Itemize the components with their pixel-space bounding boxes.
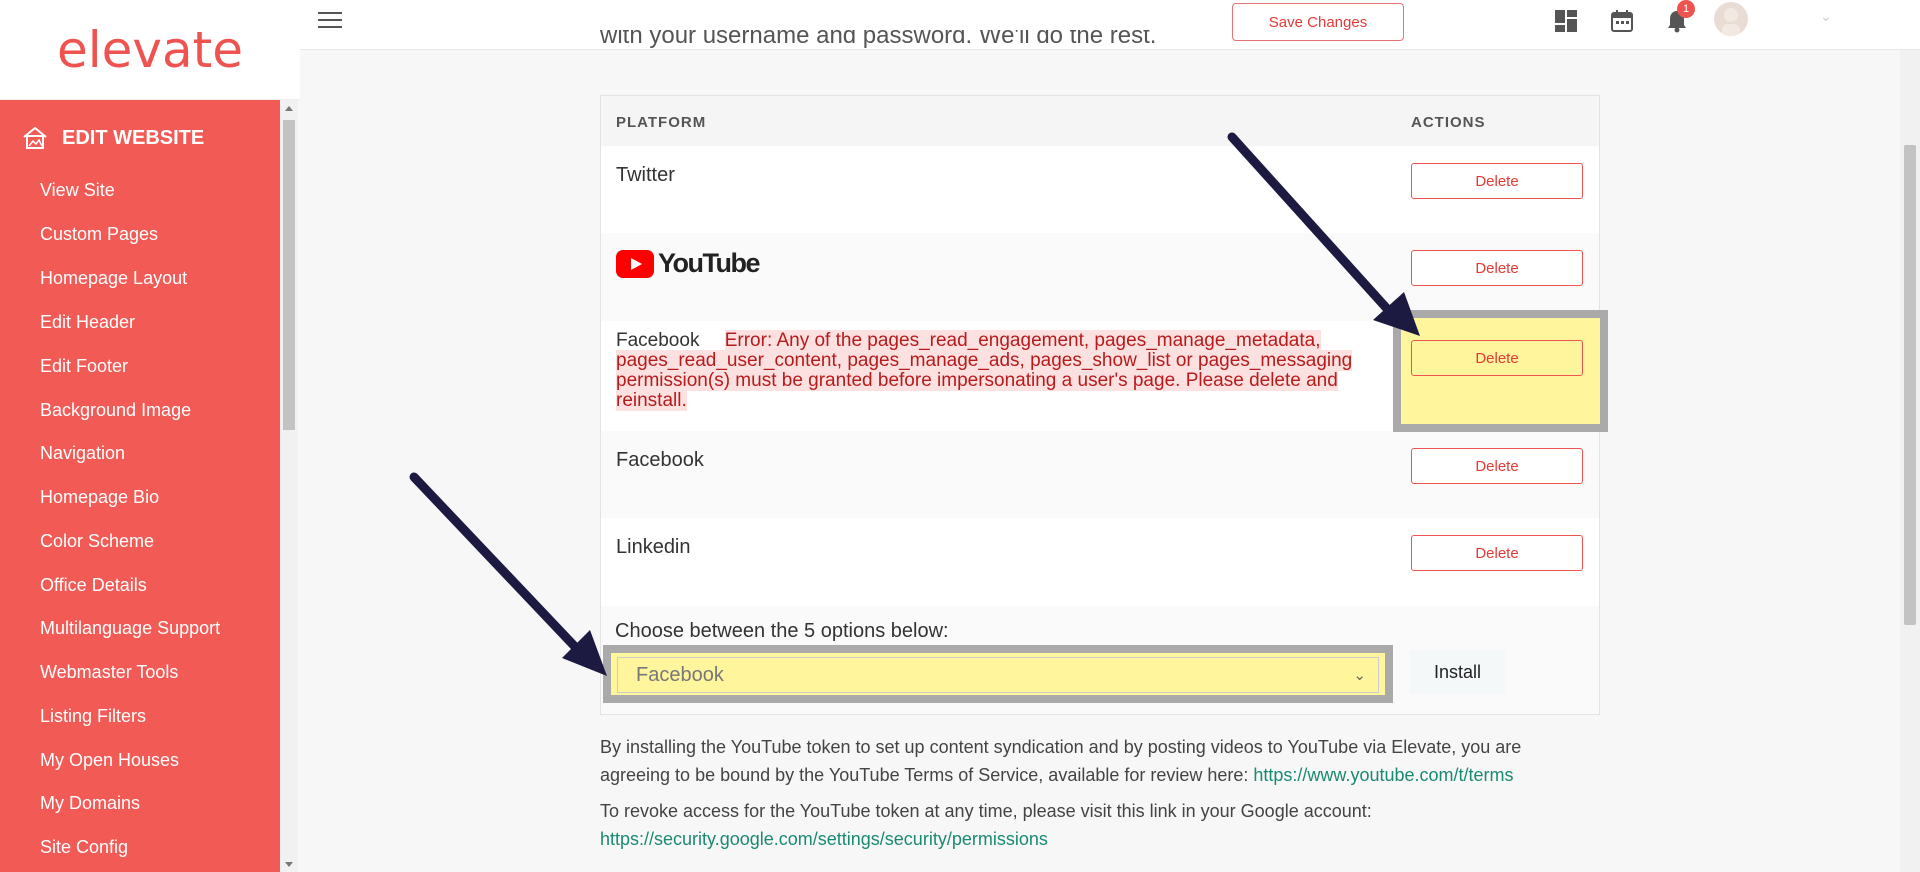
dashboard-icon[interactable] bbox=[1554, 9, 1578, 33]
sidebar: EDIT WEBSITE View Site Custom Pages Home… bbox=[0, 100, 280, 872]
sidebar-item-edit-footer[interactable]: Edit Footer bbox=[40, 356, 128, 377]
actions-column-header: ACTIONS bbox=[1411, 114, 1486, 131]
platform-name: Facebook bbox=[616, 449, 704, 471]
youtube-wordmark: YouTube bbox=[658, 248, 760, 278]
sidebar-item-multilanguage-support[interactable]: Multilanguage Support bbox=[40, 618, 220, 639]
main-scrollbar[interactable] bbox=[1900, 50, 1920, 872]
table-row: Twitter Delete bbox=[601, 146, 1599, 233]
arrow-to-select bbox=[409, 472, 607, 676]
youtube-revoke-text: To revoke access for the YouTube token a… bbox=[600, 797, 1372, 853]
logo-area[interactable]: elevate bbox=[0, 0, 300, 100]
brand-logo: elevate bbox=[56, 20, 243, 79]
calendar-icon[interactable] bbox=[1610, 9, 1634, 33]
sidebar-item-edit-header[interactable]: Edit Header bbox=[40, 312, 135, 333]
sidebar-item-homepage-layout[interactable]: Homepage Layout bbox=[40, 268, 187, 289]
sidebar-item-listing-filters[interactable]: Listing Filters bbox=[40, 706, 146, 727]
youtube-logo: YouTube bbox=[616, 248, 760, 279]
sidebar-item-background-image[interactable]: Background Image bbox=[40, 400, 191, 421]
sidebar-scrollbar-thumb[interactable] bbox=[283, 120, 295, 430]
sidebar-item-office-details[interactable]: Office Details bbox=[40, 575, 147, 596]
sidebar-item-custom-pages[interactable]: Custom Pages bbox=[40, 224, 158, 245]
main-scrollbar-thumb[interactable] bbox=[1904, 145, 1916, 625]
chevron-down-icon[interactable]: ⌄ bbox=[1820, 8, 1832, 25]
delete-facebook-button[interactable]: Delete bbox=[1411, 448, 1583, 484]
sidebar-item-my-open-houses[interactable]: My Open Houses bbox=[40, 750, 179, 771]
table-header: PLATFORM ACTIONS bbox=[601, 96, 1599, 146]
platform-name: Facebook bbox=[616, 330, 700, 351]
youtube-terms-text: By installing the YouTube token to set u… bbox=[600, 737, 1522, 785]
delete-facebook-error-button[interactable]: Delete bbox=[1411, 340, 1583, 376]
sidebar-item-webmaster-tools[interactable]: Webmaster Tools bbox=[40, 662, 178, 683]
sidebar-item-site-config[interactable]: Site Config bbox=[40, 837, 128, 858]
sidebar-header-label: EDIT WEBSITE bbox=[62, 126, 205, 149]
sidebar-item-my-domains[interactable]: My Domains bbox=[40, 793, 140, 814]
notification-badge: 1 bbox=[1677, 0, 1695, 18]
chevron-down-icon: ⌄ bbox=[1353, 667, 1366, 684]
intro-text: with your username and password. We'll d… bbox=[600, 30, 1157, 49]
delete-linkedin-button[interactable]: Delete bbox=[1411, 535, 1583, 571]
platform-select-highlight: Facebook ⌄ bbox=[603, 645, 1393, 703]
platform-column-header: PLATFORM bbox=[616, 114, 707, 131]
error-message: Error: Any of the pages_read_engagement,… bbox=[616, 330, 1353, 411]
sidebar-item-homepage-bio[interactable]: Homepage Bio bbox=[40, 487, 159, 508]
menu-icon[interactable] bbox=[318, 12, 342, 32]
sidebar-item-navigation[interactable]: Navigation bbox=[40, 443, 125, 464]
youtube-play-icon bbox=[616, 249, 654, 278]
delete-youtube-button[interactable]: Delete bbox=[1411, 250, 1583, 286]
sidebar-item-color-scheme[interactable]: Color Scheme bbox=[40, 531, 154, 552]
install-button[interactable]: Install bbox=[1410, 650, 1505, 694]
delete-twitter-button[interactable]: Delete bbox=[1411, 163, 1583, 199]
scroll-up-arrow-icon[interactable] bbox=[285, 106, 293, 111]
table-row: Linkedin Delete bbox=[601, 518, 1599, 606]
table-row: YouTube Delete bbox=[601, 233, 1599, 321]
scroll-down-arrow-icon[interactable] bbox=[285, 862, 293, 867]
table-row: Facebook Delete bbox=[601, 431, 1599, 518]
house-image-icon bbox=[23, 126, 47, 149]
facebook-error-cell: Facebook Error: Any of the pages_read_en… bbox=[616, 330, 1376, 411]
choose-label: Choose between the 5 options below: bbox=[615, 620, 949, 642]
highlighted-delete-area: Delete bbox=[1393, 310, 1608, 432]
select-value: Facebook bbox=[636, 663, 724, 686]
avatar[interactable] bbox=[1714, 2, 1748, 36]
save-changes-button[interactable]: Save Changes bbox=[1232, 3, 1404, 41]
platform-select[interactable]: Facebook ⌄ bbox=[617, 657, 1379, 693]
platform-name: Linkedin bbox=[616, 536, 691, 558]
youtube-terms-link[interactable]: https://www.youtube.com/t/terms bbox=[1253, 765, 1513, 785]
platform-name: Twitter bbox=[616, 164, 675, 186]
sidebar-header[interactable]: EDIT WEBSITE bbox=[22, 126, 204, 150]
sidebar-item-view-site[interactable]: View Site bbox=[40, 180, 115, 201]
google-permissions-link[interactable]: https://security.google.com/settings/sec… bbox=[600, 825, 1372, 853]
sidebar-scrollbar[interactable] bbox=[280, 100, 298, 872]
